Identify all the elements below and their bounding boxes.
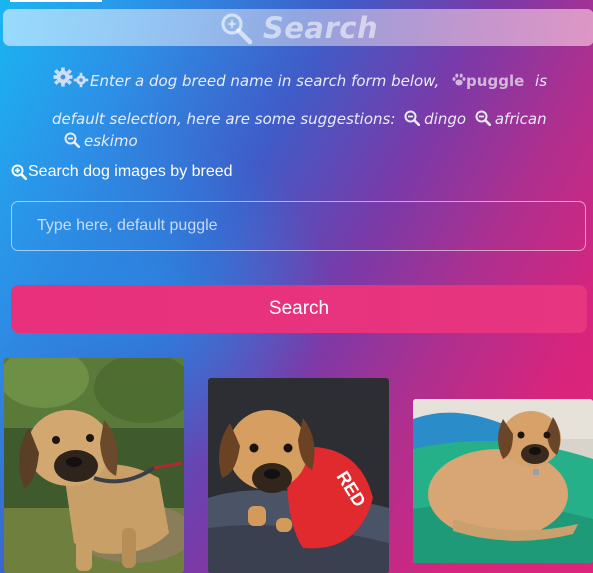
suggestion-african[interactable]: african <box>471 110 547 128</box>
gears-icon <box>53 67 89 88</box>
search-label: Search dog images by breed <box>11 163 233 181</box>
top-line <box>10 0 102 2</box>
suggestion-label: eskimo <box>84 132 138 150</box>
search-label-text: Search dog images by breed <box>28 163 233 180</box>
dog-photo-2-image: RED <box>208 378 389 573</box>
zoom-out-icon <box>64 132 80 148</box>
dog-photo-1-image <box>4 358 184 573</box>
search-title: Search <box>262 10 379 45</box>
suggestions-prefix: default selection, here are some suggest… <box>52 110 396 128</box>
suggestion-label: african <box>494 110 547 128</box>
breed-search-input[interactable] <box>11 201 586 251</box>
instructions-line-1: Enter a dog breed name in search form be… <box>52 62 547 100</box>
search-plus-icon <box>11 164 27 180</box>
instructions: Enter a dog breed name in search form be… <box>52 62 547 149</box>
paw-icon <box>452 73 466 86</box>
dog-photo-3[interactable] <box>413 399 593 563</box>
dog-photo-2[interactable]: RED <box>208 378 389 573</box>
search-header: Search <box>3 9 593 46</box>
search-sparkle-icon <box>221 12 253 44</box>
dog-photo-3-image <box>413 399 593 563</box>
search-button[interactable]: Search <box>11 285 587 333</box>
intro-text: Enter a dog breed name in search form be… <box>90 72 440 90</box>
zoom-out-icon <box>404 110 421 126</box>
suggestion-eskimo[interactable]: eskimo <box>60 132 138 149</box>
suggestion-label: dingo <box>424 110 467 128</box>
dog-photo-1[interactable] <box>4 358 184 573</box>
suggestion-dingo[interactable]: dingo <box>400 110 471 128</box>
is-text: is <box>535 72 548 90</box>
zoom-out-icon <box>475 110 491 126</box>
default-breed: puggle <box>466 72 525 90</box>
